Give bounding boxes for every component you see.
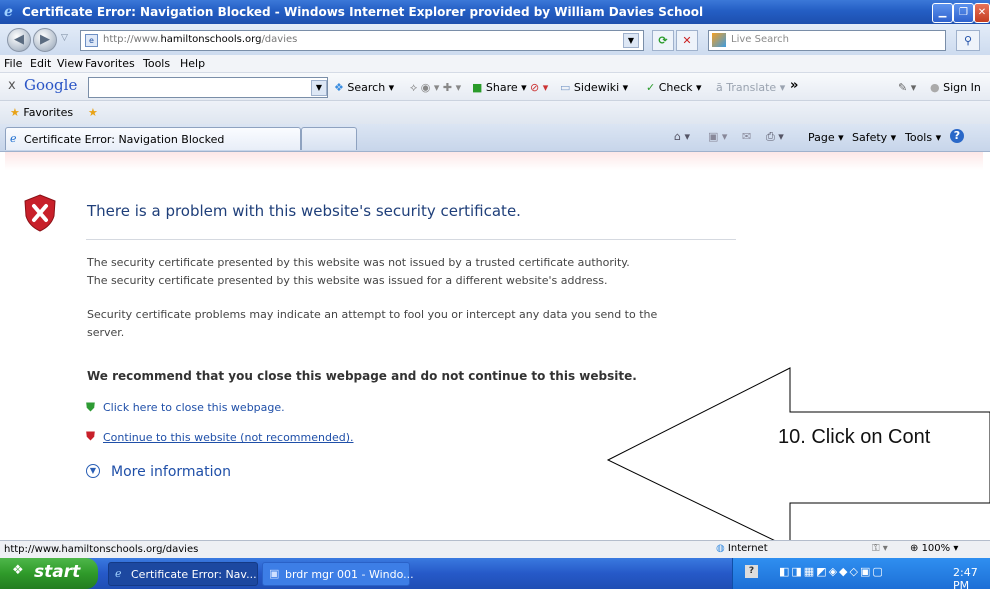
taskbar-item-window[interactable]: ▣ brdr mgr 001 - Windo... <box>262 562 414 586</box>
tray-icons[interactable]: ◧◨▦◩◈◆◇▣▢ <box>779 565 885 578</box>
status-bar: http://www.hamiltonschools.org/davies ◍ … <box>0 540 990 558</box>
zoom-control[interactable]: ⊕ 100% ▾ <box>910 543 958 554</box>
start-button[interactable]: ❖ start <box>0 558 98 589</box>
windows-logo-icon: ❖ <box>12 563 24 578</box>
window-task-icon: ▣ <box>269 567 280 580</box>
globe-icon: ◍ <box>716 543 725 554</box>
help-tray-icon[interactable]: ? <box>745 565 758 578</box>
annotation-text: 10. Click on Cont <box>778 426 931 448</box>
security-zone: ◍ Internet <box>716 543 768 554</box>
protected-mode-icon[interactable]: ⚿ ▾ <box>872 543 888 554</box>
taskbar: ❖ start ℯ Certificate Error: Nav... ▣ br… <box>0 558 990 592</box>
status-url: http://www.hamiltonschools.org/davies <box>4 544 199 555</box>
ie-task-icon: ℯ <box>115 567 122 580</box>
clock: 2:47 PM <box>953 566 978 592</box>
annotation-arrow <box>606 367 990 549</box>
system-tray: ? ◧◨▦◩◈◆◇▣▢ 2:47 PM <box>732 558 990 592</box>
taskbar-item-ie[interactable]: ℯ Certificate Error: Nav... <box>108 562 258 586</box>
